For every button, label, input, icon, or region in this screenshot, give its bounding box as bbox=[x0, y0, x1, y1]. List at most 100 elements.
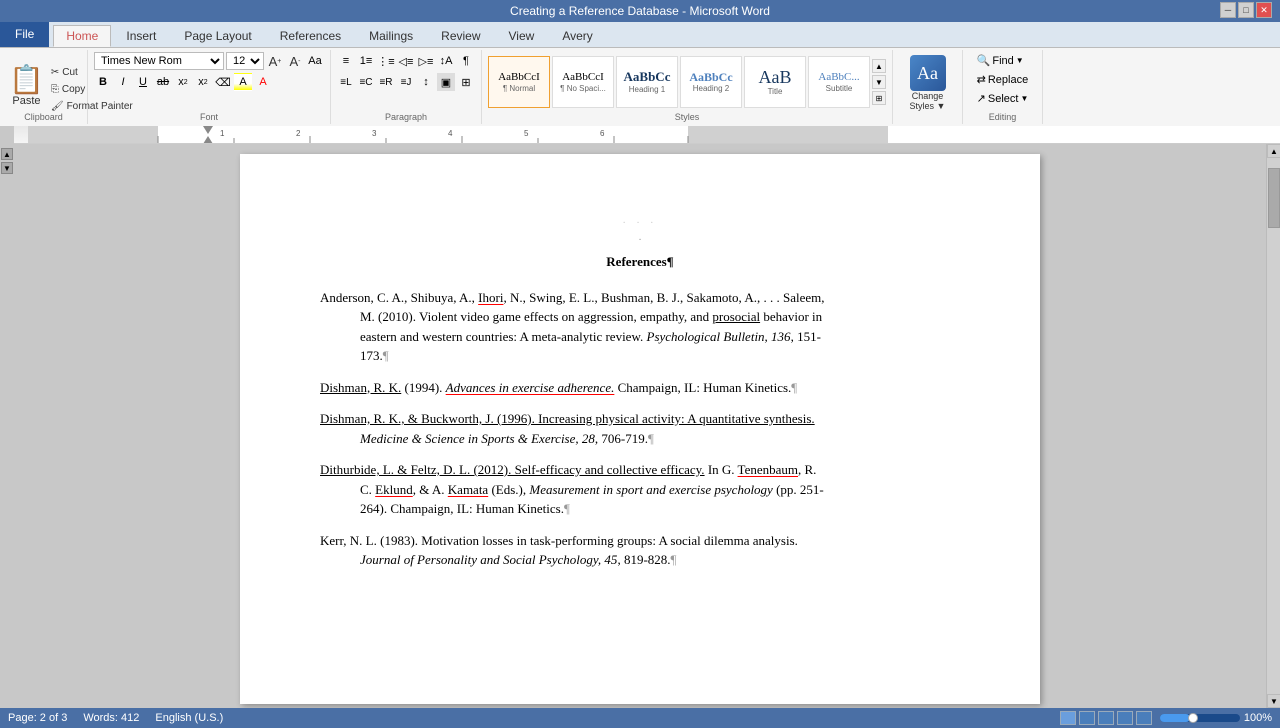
editing-group: 🔍 Find ▼ ⇄ Replace ↗ Select ▼ Editing bbox=[963, 50, 1043, 124]
text-highlight-button[interactable]: A bbox=[234, 73, 252, 91]
document-page: · · · · References¶ Anderson, C. A., Shi… bbox=[240, 154, 1040, 704]
shrink-font-button[interactable]: A- bbox=[286, 52, 304, 70]
clipboard-group: 📋 Paste ✂ Cut ⎘ Copy 🖌 Format Painter Cl… bbox=[0, 50, 88, 124]
grow-font-button[interactable]: A+ bbox=[266, 52, 284, 70]
style-title[interactable]: AaB Title bbox=[744, 56, 806, 108]
align-left-button[interactable]: ≡L bbox=[337, 73, 355, 91]
tab-file[interactable]: File bbox=[0, 21, 49, 47]
status-right: 100% bbox=[1060, 711, 1272, 725]
scroll-up-button[interactable]: ▲ bbox=[1, 148, 13, 160]
svg-text:4: 4 bbox=[448, 129, 453, 138]
change-styles-button[interactable]: Aa ChangeStyles ▼ bbox=[907, 52, 949, 114]
tab-mailings[interactable]: Mailings bbox=[356, 25, 426, 47]
tab-review[interactable]: Review bbox=[428, 25, 493, 47]
status-bar: Page: 2 of 3 Words: 412 English (U.S.) 1… bbox=[0, 708, 1280, 728]
bullets-button[interactable]: ≡ bbox=[337, 52, 355, 70]
zoom-slider-thumb[interactable] bbox=[1188, 713, 1198, 723]
close-button[interactable]: ✕ bbox=[1256, 2, 1272, 18]
zoom-slider[interactable] bbox=[1160, 714, 1240, 722]
references-title[interactable]: References¶ bbox=[320, 252, 960, 272]
numbering-button[interactable]: 1≡ bbox=[357, 52, 375, 70]
select-button[interactable]: ↗ Select ▼ bbox=[973, 90, 1033, 107]
font-name-select[interactable]: Times New Rom bbox=[94, 52, 224, 70]
decrease-indent-button[interactable]: ◁≡ bbox=[397, 52, 415, 70]
tab-references[interactable]: References bbox=[267, 25, 354, 47]
ref-anderson-line1: Anderson, C. A., Shibuya, A., Ihori, N.,… bbox=[320, 288, 960, 308]
left-toolbar: ▲ ▼ bbox=[0, 144, 14, 708]
style-normal[interactable]: AaBbCcI ¶ Normal bbox=[488, 56, 550, 108]
superscript-button[interactable]: x2 bbox=[194, 73, 212, 91]
justify-button[interactable]: ≡J bbox=[397, 73, 415, 91]
style-subtitle[interactable]: AaBbC... Subtitle bbox=[808, 56, 870, 108]
clipboard-label: Clipboard bbox=[0, 110, 87, 122]
paste-button[interactable]: 📋 Paste bbox=[6, 64, 47, 110]
paste-label: Paste bbox=[12, 95, 40, 107]
tab-home[interactable]: Home bbox=[53, 25, 111, 47]
styles-expand[interactable]: ⊞ bbox=[872, 91, 886, 105]
align-center-button[interactable]: ≡C bbox=[357, 73, 375, 91]
shading-button[interactable]: ▣ bbox=[437, 73, 455, 91]
title-bar: Creating a Reference Database - Microsof… bbox=[0, 0, 1280, 22]
ribbon-content: 📋 Paste ✂ Cut ⎘ Copy 🖌 Format Painter Cl… bbox=[0, 48, 1280, 126]
title-text: Creating a Reference Database - Microsof… bbox=[510, 4, 770, 18]
formatting-marks-top: · · · bbox=[320, 216, 960, 231]
styles-scroll-up[interactable]: ▲ bbox=[872, 59, 886, 73]
replace-button[interactable]: ⇄ Replace bbox=[973, 71, 1033, 88]
strikethrough-button[interactable]: ab bbox=[154, 73, 172, 91]
copy-icon: ⎘ bbox=[51, 84, 59, 95]
tab-avery[interactable]: Avery bbox=[549, 25, 605, 47]
outline-view-button[interactable] bbox=[1117, 711, 1133, 725]
print-layout-view-button[interactable] bbox=[1060, 711, 1076, 725]
underline-button[interactable]: U bbox=[134, 73, 152, 91]
view-buttons bbox=[1060, 711, 1152, 725]
border-button[interactable]: ⊞ bbox=[457, 73, 475, 91]
draft-view-button[interactable] bbox=[1136, 711, 1152, 725]
scroll-thumb[interactable] bbox=[1268, 168, 1280, 228]
paragraph-label: Paragraph bbox=[331, 110, 481, 122]
styles-group: AaBbCcI ¶ Normal AaBbCcI ¶ No Spaci... A… bbox=[482, 50, 893, 124]
style-heading2[interactable]: AaBbCc Heading 2 bbox=[680, 56, 742, 108]
web-layout-view-button[interactable] bbox=[1098, 711, 1114, 725]
italic-button[interactable]: I bbox=[114, 73, 132, 91]
font-color-button[interactable]: A bbox=[254, 73, 272, 91]
ref-anderson-line3: eastern and western countries: A meta-an… bbox=[320, 327, 960, 347]
find-button[interactable]: 🔍 Find ▼ bbox=[973, 52, 1033, 69]
word-count: Words: 412 bbox=[83, 712, 139, 724]
tab-page-layout[interactable]: Page Layout bbox=[171, 25, 264, 47]
clear-formatting-button[interactable]: ⌫ bbox=[214, 73, 232, 91]
restore-button[interactable]: □ bbox=[1238, 2, 1254, 18]
tab-view[interactable]: View bbox=[496, 25, 548, 47]
font-size-select[interactable]: 12 bbox=[226, 52, 264, 70]
ruler-inner: 1 2 3 4 5 6 bbox=[28, 126, 1280, 143]
scroll-down-arrow[interactable]: ▼ bbox=[1267, 694, 1280, 708]
ribbon-tabs: File Home Insert Page Layout References … bbox=[0, 22, 1280, 48]
style-no-spacing[interactable]: AaBbCcI ¶ No Spaci... bbox=[552, 56, 614, 108]
document-scroll-area[interactable]: · · · · References¶ Anderson, C. A., Shi… bbox=[14, 144, 1266, 708]
tab-insert[interactable]: Insert bbox=[113, 25, 169, 47]
increase-indent-button[interactable]: ▷≡ bbox=[417, 52, 435, 70]
show-hide-button[interactable]: ¶ bbox=[457, 52, 475, 70]
svg-text:3: 3 bbox=[372, 129, 377, 138]
change-styles-group-label bbox=[893, 120, 962, 122]
bold-button[interactable]: B bbox=[94, 73, 112, 91]
align-right-button[interactable]: ≡R bbox=[377, 73, 395, 91]
ref-anderson-line4: 173.¶ bbox=[320, 346, 960, 366]
scroll-up-arrow[interactable]: ▲ bbox=[1267, 144, 1280, 158]
sort-button[interactable]: ↕A bbox=[437, 52, 455, 70]
minimize-button[interactable]: ─ bbox=[1220, 2, 1236, 18]
document-area: ▲ ▼ · · · · References¶ Anderson, C. A.,… bbox=[0, 144, 1280, 708]
find-icon: 🔍 bbox=[977, 54, 991, 67]
styles-scroll-buttons[interactable]: ▲ ▼ ⊞ bbox=[872, 59, 886, 105]
multilevel-list-button[interactable]: ⋮≡ bbox=[377, 52, 395, 70]
subscript-button[interactable]: x2 bbox=[174, 73, 192, 91]
style-heading1[interactable]: AaBbCc Heading 1 bbox=[616, 56, 678, 108]
ref-anderson: Anderson, C. A., Shibuya, A., Ihori, N.,… bbox=[320, 288, 960, 366]
scroll-down-button[interactable]: ▼ bbox=[1, 162, 13, 174]
styles-scroll-down[interactable]: ▼ bbox=[872, 75, 886, 89]
fullscreen-view-button[interactable] bbox=[1079, 711, 1095, 725]
ruler: 1 2 3 4 5 6 bbox=[14, 126, 1280, 144]
line-spacing-button[interactable]: ↕ bbox=[417, 73, 435, 91]
ref-dithurbide: Dithurbide, L. & Feltz, D. L. (2012). Se… bbox=[320, 460, 960, 519]
change-case-button[interactable]: Aa bbox=[306, 52, 324, 70]
page-count: Page: 2 of 3 bbox=[8, 712, 67, 724]
